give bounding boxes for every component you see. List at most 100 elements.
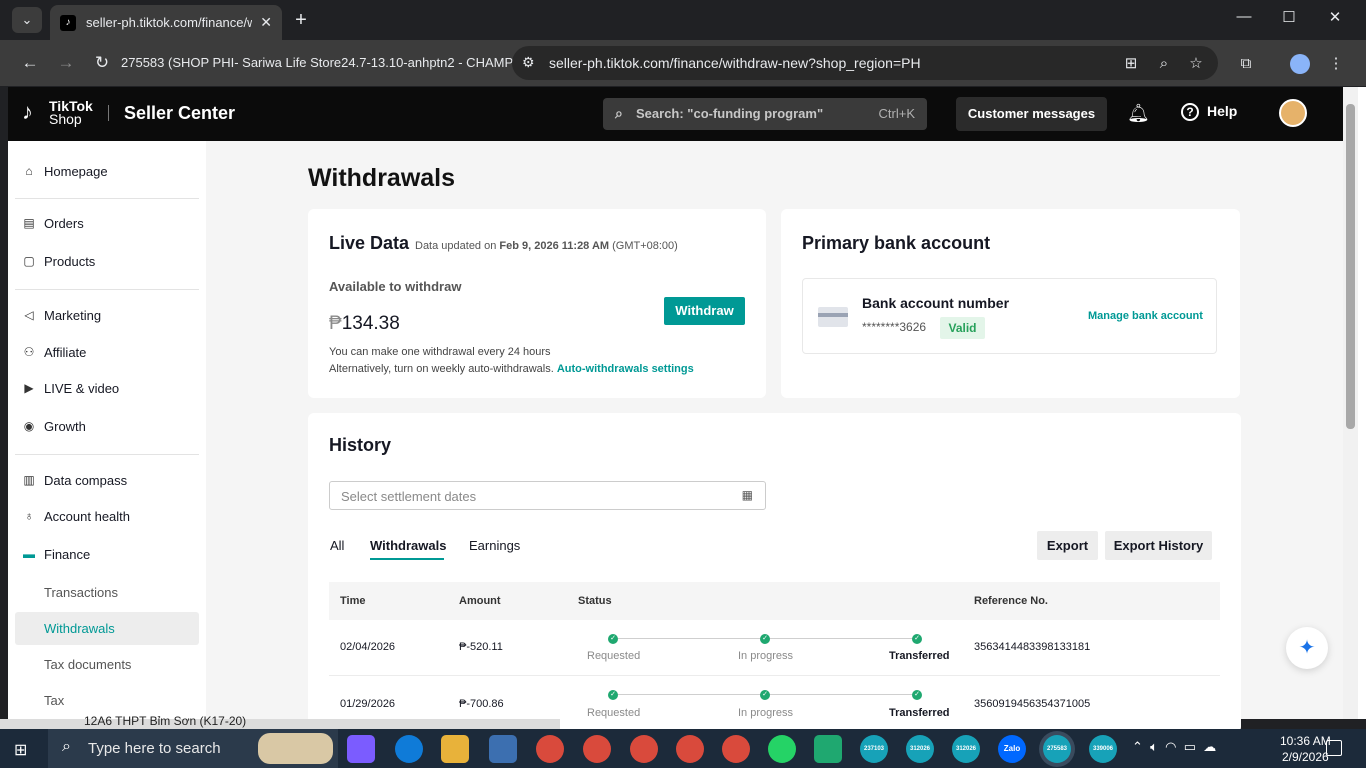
row-reference[interactable]: 3560919456354371005 xyxy=(974,698,1090,710)
chrome-icon[interactable] xyxy=(536,735,564,763)
extensions-icon[interactable]: ⧉ xyxy=(1236,54,1256,74)
chrome-icon[interactable] xyxy=(583,735,611,763)
zalo-icon[interactable]: Zalo xyxy=(998,735,1026,763)
windows-icon[interactable]: ⊞ xyxy=(14,740,32,759)
logo-divider xyxy=(108,105,109,121)
auto-withdraw-note: Alternatively, turn on weekly auto-withd… xyxy=(329,363,694,375)
sidebar-item-growth[interactable]: ◉ Growth xyxy=(22,414,86,438)
site-info-icon[interactable]: ⚙ xyxy=(522,54,535,71)
chrome-profile-icon[interactable]: 339006 xyxy=(1089,735,1117,763)
export-button[interactable]: Export xyxy=(1037,531,1098,560)
sidebar-item-label: Data compass xyxy=(44,472,128,488)
chevron-down-icon[interactable]: ⌄ xyxy=(12,7,42,33)
sidebar-item-label: Account health xyxy=(44,508,131,524)
chrome-icon[interactable] xyxy=(722,735,750,763)
zoom-icon[interactable]: ⌕ xyxy=(1154,54,1174,74)
sidebar-item-label: Orders xyxy=(44,215,84,231)
chrome-profile-icon[interactable]: 312026 xyxy=(952,735,980,763)
chrome-icon[interactable] xyxy=(676,735,704,763)
back-icon[interactable]: ← xyxy=(19,52,41,74)
sidebar-item-data-compass[interactable]: ▥ Data compass xyxy=(22,468,127,492)
available-label: Available to withdraw xyxy=(329,279,462,294)
sidebar-divider xyxy=(15,289,199,290)
close-icon[interactable]: ✕ xyxy=(1320,8,1350,32)
tab-earnings[interactable]: Earnings xyxy=(469,538,520,553)
calendar-icon: ▦ xyxy=(741,488,753,502)
tab-all[interactable]: All xyxy=(330,538,344,553)
chrome-profile-icon[interactable]: 275583 xyxy=(1043,735,1071,763)
chrome-icon[interactable] xyxy=(630,735,658,763)
sidebar-item-homepage[interactable]: ⌂ Homepage xyxy=(22,159,107,183)
check-icon: ✓ xyxy=(760,690,770,700)
tiktok-icon[interactable]: ♪ xyxy=(22,99,42,125)
plus-icon[interactable]: + xyxy=(290,10,312,32)
copilot-icon[interactable] xyxy=(347,735,375,763)
calculator-icon[interactable] xyxy=(489,735,517,763)
row-time: 01/29/2026 xyxy=(340,698,396,710)
product-name[interactable]: Seller Center xyxy=(124,103,235,124)
system-tray[interactable]: ⌃ 🔈︎ ◠ ▭ ☁︎ xyxy=(1132,739,1216,755)
sidebar-item-transactions[interactable]: Transactions xyxy=(44,585,118,600)
box-icon: ▢ xyxy=(23,254,35,268)
check-icon: ✓ xyxy=(912,690,922,700)
search-input[interactable]: ⌕ Search: "co-funding program" Ctrl+K xyxy=(603,98,927,130)
sidebar-item-affiliate[interactable]: ⚇ Affiliate xyxy=(22,340,87,364)
sidebar-item-products[interactable]: ▢ Products xyxy=(22,249,95,273)
clock-date: 2/9/2026 xyxy=(1281,750,1329,764)
logo-line-2: Shop xyxy=(49,111,82,127)
avatar[interactable] xyxy=(1279,99,1307,127)
menu-icon[interactable]: ⋮ xyxy=(1326,54,1346,74)
customer-messages-button[interactable]: Customer messages xyxy=(956,97,1107,131)
url-text[interactable]: seller-ph.tiktok.com/finance/withdraw-ne… xyxy=(549,55,921,71)
sidebar-item-live-video[interactable]: ▶ LIVE & video xyxy=(22,376,119,400)
forward-icon[interactable]: → xyxy=(55,52,77,74)
chrome-profile-icon[interactable]: 237103 xyxy=(860,735,888,763)
sidebar-item-tax-documents[interactable]: Tax documents xyxy=(44,657,131,672)
auto-withdrawals-settings-link[interactable]: Auto-withdrawals settings xyxy=(557,363,694,375)
row-reference[interactable]: 3563414483398133181 xyxy=(974,641,1090,653)
chart-icon: ▥ xyxy=(23,473,35,487)
status-badge: Valid xyxy=(940,317,985,339)
sidebar-item-label: Marketing xyxy=(44,307,102,323)
taskbar-search[interactable]: ⌕ Type here to search xyxy=(48,729,338,768)
available-amount: ₱134.38 xyxy=(329,313,400,335)
minimize-icon[interactable]: — xyxy=(1229,8,1259,32)
export-history-button[interactable]: Export History xyxy=(1105,531,1212,560)
bell-icon[interactable]: 🔔︎ xyxy=(1127,103,1150,125)
row-amount: ₱-520.11 xyxy=(459,641,503,653)
auto-withdraw-text: Alternatively, turn on weekly auto-withd… xyxy=(329,363,557,375)
folder-icon[interactable] xyxy=(441,735,469,763)
maximize-icon[interactable]: ☐ xyxy=(1274,8,1304,32)
star-icon[interactable]: ☆ xyxy=(1186,54,1206,74)
clock[interactable]: 10:36 AM 2/9/2026 xyxy=(1280,733,1331,765)
chrome-profile-icon[interactable]: 312026 xyxy=(906,735,934,763)
whatsapp-icon[interactable] xyxy=(768,735,796,763)
sparkle-icon[interactable]: ✦ xyxy=(1286,627,1328,669)
updated-timezone: (GMT+08:00) xyxy=(609,240,678,252)
sidebar-item-tax[interactable]: Tax xyxy=(44,693,64,708)
notification-icon[interactable] xyxy=(1326,740,1342,756)
translate-icon[interactable]: ⊞ xyxy=(1121,54,1141,74)
tab-withdrawals[interactable]: Withdrawals xyxy=(370,538,446,553)
logo-text[interactable]: TikTok Shop xyxy=(49,99,93,127)
sidebar-item-withdrawals[interactable]: Withdrawals xyxy=(44,621,115,636)
reload-icon[interactable]: ↻ xyxy=(91,52,113,74)
manage-bank-account-link[interactable]: Manage bank account xyxy=(1088,310,1203,322)
trophy-icon: ♁ xyxy=(24,509,34,523)
profile-icon[interactable] xyxy=(1290,54,1310,74)
edge-icon[interactable] xyxy=(395,735,423,763)
settlement-date-picker[interactable]: Select settlement dates ▦ xyxy=(329,481,766,510)
check-icon: ✓ xyxy=(608,634,618,644)
help-label: Help xyxy=(1207,103,1238,119)
withdraw-button[interactable]: Withdraw xyxy=(664,297,745,325)
app-icon[interactable] xyxy=(814,735,842,763)
close-icon[interactable]: ✕ xyxy=(260,14,272,31)
sidebar-item-finance[interactable]: ▬ Finance xyxy=(22,542,90,566)
scrollbar-thumb[interactable] xyxy=(1346,104,1355,429)
browser-tab[interactable]: ♪ seller-ph.tiktok.com/finance/wit ✕ xyxy=(50,5,282,40)
sidebar-item-orders[interactable]: ▤ Orders xyxy=(22,211,84,235)
sidebar-item-marketing[interactable]: ◁ Marketing xyxy=(22,303,101,327)
help-icon: ? xyxy=(1181,103,1199,121)
sidebar-item-account-health[interactable]: ♁ Account health xyxy=(22,504,131,528)
help-button[interactable]: ? Help xyxy=(1181,103,1237,121)
